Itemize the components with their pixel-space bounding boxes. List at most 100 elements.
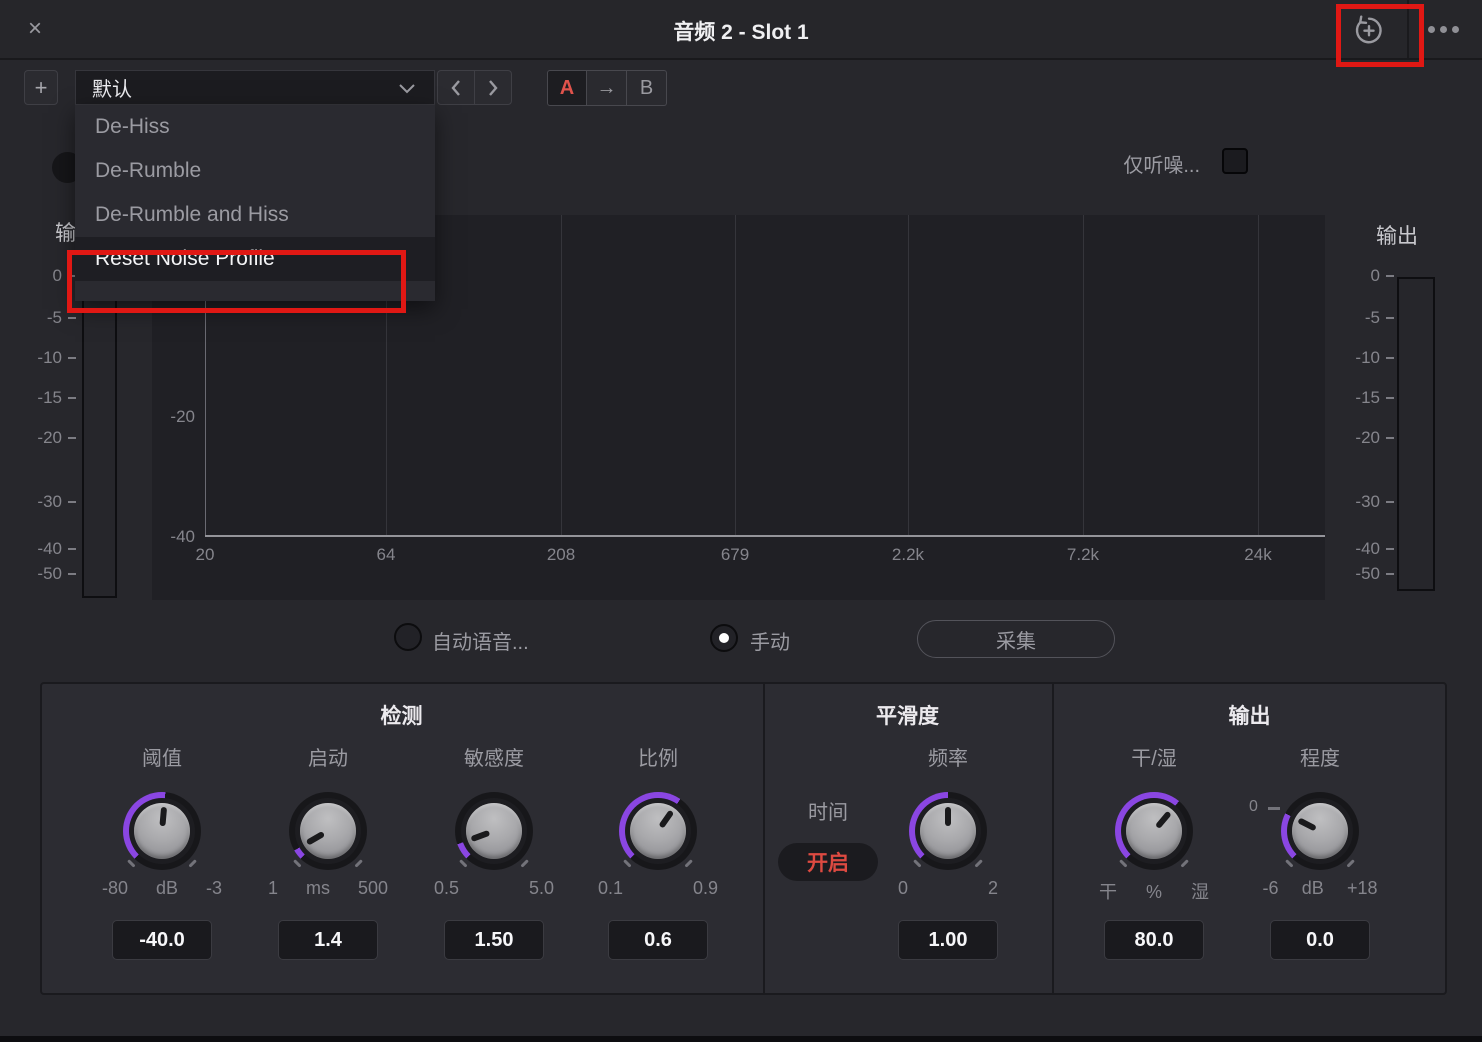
input-meter-scale-label: -20 [18,428,62,448]
graph-x-tick: 7.2k [1053,545,1113,565]
meter-tick [68,357,76,359]
panel-divider [763,684,765,993]
knob-scale-unit: dB [156,878,178,899]
knob-scale-amount: -6dB+18 [1263,878,1378,899]
auto-speech-label: 自动语音... [432,626,529,655]
knob-pointer [920,803,976,859]
ab-b-button[interactable]: B [627,70,667,106]
prev-preset-button[interactable] [437,70,475,105]
knob-scale-max: +18 [1347,878,1378,899]
output-meter-scale-label: -5 [1338,308,1380,328]
knob-dry-wet[interactable] [1115,792,1193,870]
reset-noise-profile-icon[interactable] [1352,13,1388,47]
meter-tick [68,548,76,550]
knob-value-dry-wet[interactable]: 80.0 [1104,920,1204,960]
input-meter-scale-label: -10 [18,348,62,368]
input-meter-scale-label: -5 [18,308,62,328]
graph-x-tick: 2.2k [878,545,938,565]
preset-menu-item[interactable]: Reset Noise Profile [75,237,435,281]
meter-tick [68,501,76,503]
zero-marker-dash [1268,807,1280,810]
knob-label-ratio: 比例 [588,742,728,771]
meter-tick [1386,501,1394,503]
knob-attack[interactable] [289,792,367,870]
knob-scale-max: 0.9 [693,878,718,899]
output-meter [1397,277,1435,591]
capture-button-label: 采集 [996,625,1036,654]
zero-marker-label: 0 [1249,798,1258,816]
preset-combobox[interactable]: 默认 [75,70,435,105]
graph-y-tick: -40 [150,527,195,547]
output-meter-scale-label: -40 [1338,539,1380,559]
knob-pointer [458,795,530,867]
knob-scale-max: 湿 [1191,878,1209,904]
output-meter-scale-label: 0 [1338,266,1380,286]
graph-gridline [735,215,736,536]
knob-label-sensitivity: 敏感度 [424,742,564,771]
meter-tick [1386,357,1394,359]
knob-scale-unit: dB [1302,878,1324,899]
knob-scale-unit: % [1146,882,1162,903]
meter-tick [1386,548,1394,550]
knob-label-frequency: 频率 [878,742,1018,771]
meter-tick [68,397,76,399]
preset-menu-item[interactable]: De-Rumble [75,149,435,193]
knob-value-attack[interactable]: 1.4 [278,920,378,960]
meter-tick [68,437,76,439]
manual-label: 手动 [750,626,790,655]
output-meter-scale-label: -50 [1338,564,1380,584]
knob-scale-min: 0.1 [598,878,623,899]
knob-value-frequency[interactable]: 1.00 [898,920,998,960]
knob-scale-sensitivity: 0.5 5.0 [434,878,554,899]
add-preset-button[interactable]: + [24,70,58,105]
titlebar-divider [1407,0,1409,58]
knob-amount[interactable] [1281,792,1359,870]
manual-radio[interactable] [710,624,738,652]
next-preset-button[interactable] [474,70,512,105]
knob-scale-max: -3 [206,878,222,899]
knob-scale-ratio: 0.1 0.9 [598,878,718,899]
ab-copy-arrow-button[interactable]: → [587,70,627,106]
meter-tick [1386,275,1394,277]
knob-scale-attack: 1ms500 [268,878,388,899]
knob-value-amount[interactable]: 0.0 [1270,920,1370,960]
knob-label-dry-wet: 干/湿 [1084,742,1224,771]
knob-label-amount: 程度 [1250,742,1390,771]
knob-value-ratio[interactable]: 0.6 [608,920,708,960]
capture-button[interactable]: 采集 [917,620,1115,658]
input-meter-scale-label: -40 [18,539,62,559]
knob-scale-min: 干 [1099,878,1117,904]
output-meter-scale-label: -30 [1338,492,1380,512]
listen-noise-checkbox[interactable] [1222,148,1248,174]
knob-pointer [1282,793,1357,868]
graph-x-tick: 208 [531,545,591,565]
plugin-window: × 音频 2 - Slot 1 + 默认 A → B 输 [0,0,1482,1042]
graph-x-tick: 679 [705,545,765,565]
knob-scale-min: 0.5 [434,878,459,899]
chevron-down-icon [398,81,416,99]
knob-ratio[interactable] [619,792,697,870]
knob-scale-threshold: -80 dB -3 [102,878,222,899]
knob-label-attack: 启动 [258,742,398,771]
knob-scale-max: 500 [358,878,388,899]
preset-menu-item[interactable]: De-Hiss [75,105,435,149]
knob-threshold[interactable] [123,792,201,870]
knob-value-sensitivity[interactable]: 1.50 [444,920,544,960]
input-meter-scale-label: 0 [18,266,62,286]
knob-scale-min: 0 [898,878,908,899]
input-meter-scale-label: -30 [18,492,62,512]
ab-a-button[interactable]: A [547,70,587,106]
time-on-button[interactable]: 开启 [778,843,878,881]
knob-scale-min: -80 [102,878,128,899]
knob-sensitivity[interactable] [455,792,533,870]
knob-pointer [619,792,697,870]
output-meter-scale-label: -15 [1338,388,1380,408]
knob-value-threshold[interactable]: -40.0 [112,920,212,960]
graph-gridline [1258,215,1259,536]
knob-scale-max: 5.0 [529,878,554,899]
preset-menu-item[interactable]: De-Rumble and Hiss [75,193,435,237]
auto-speech-radio[interactable] [394,623,422,651]
more-options-icon[interactable] [1428,26,1468,36]
knob-scale-max: 2 [988,878,998,899]
knob-frequency[interactable] [909,792,987,870]
